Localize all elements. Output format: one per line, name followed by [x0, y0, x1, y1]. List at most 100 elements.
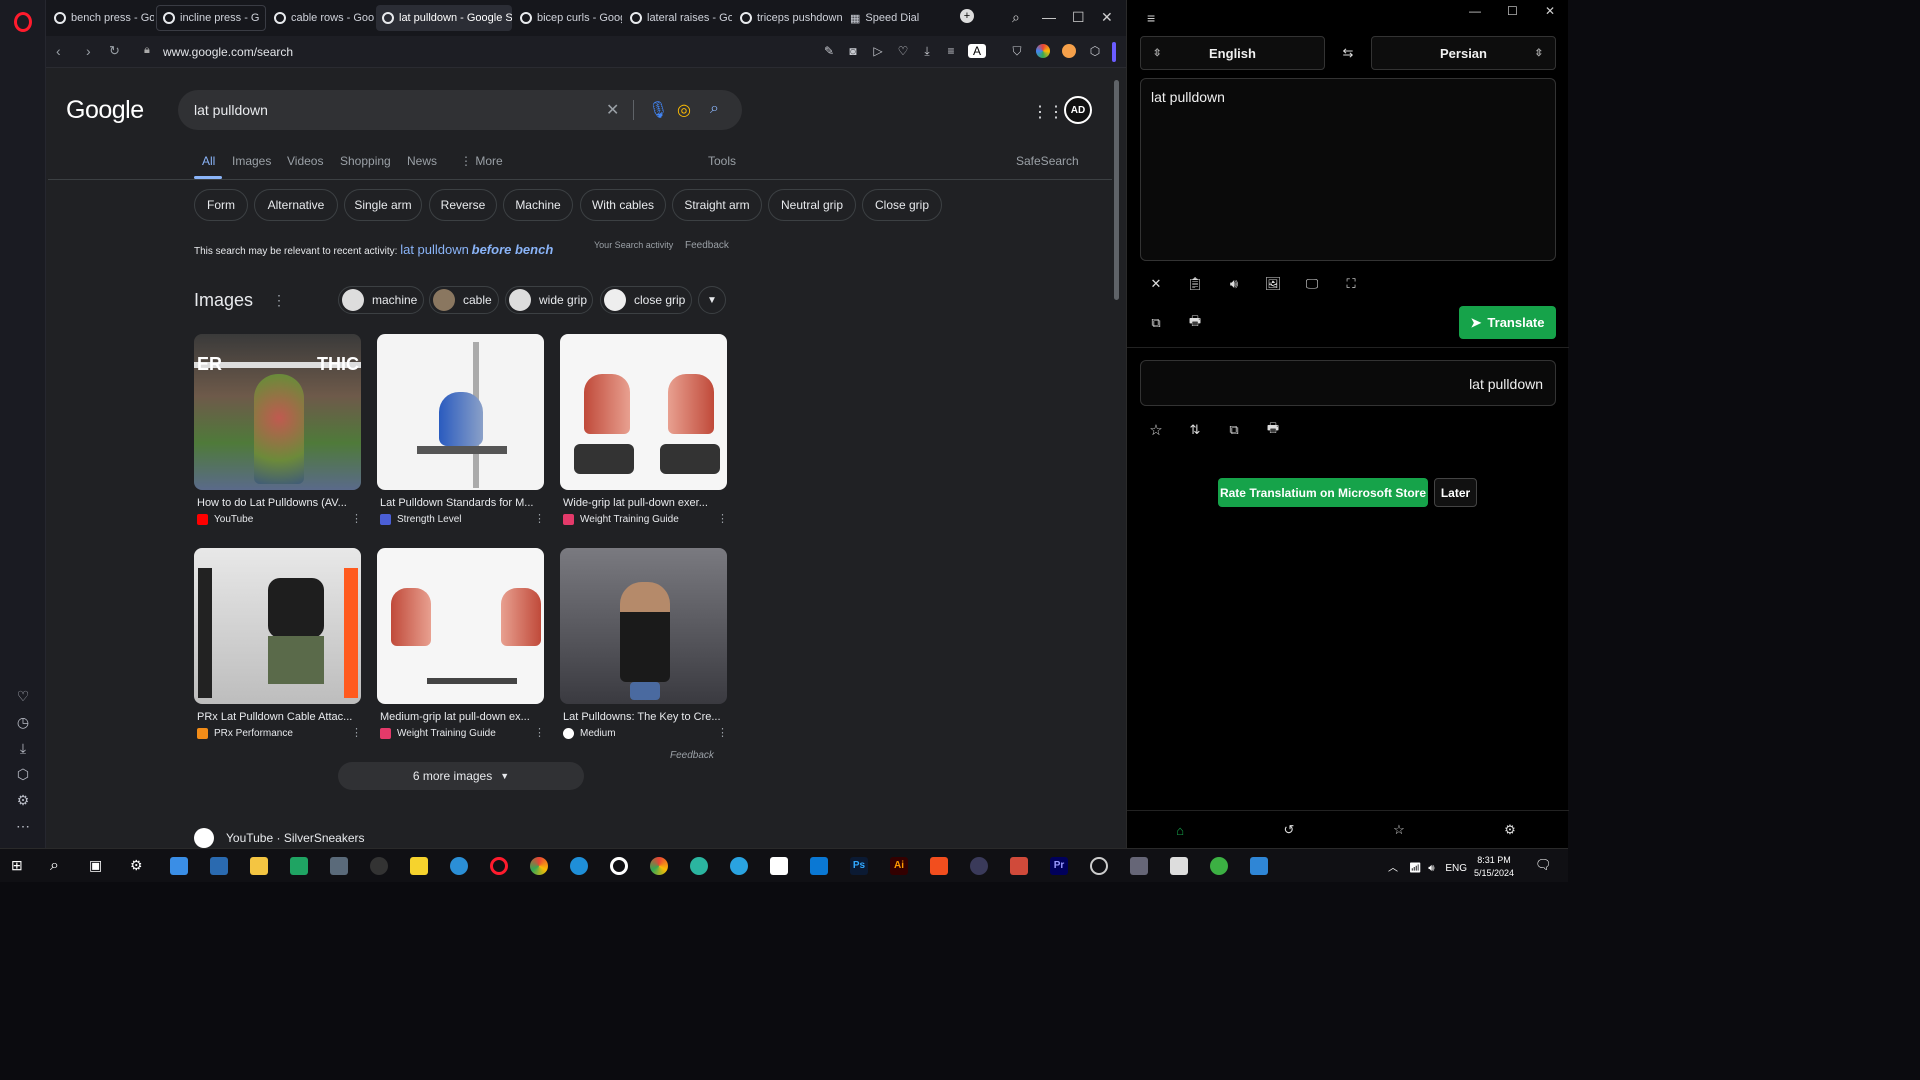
- xbox-icon[interactable]: [1210, 857, 1228, 875]
- close-window-icon[interactable]: ✕: [1101, 9, 1113, 26]
- history-icon[interactable]: ↺: [1280, 821, 1298, 839]
- image-chip-close-grip[interactable]: close grip: [600, 286, 692, 314]
- target-language-select[interactable]: Persian ⇳: [1371, 36, 1556, 70]
- maximize-icon[interactable]: ☐: [1072, 9, 1085, 26]
- app-icon[interactable]: [1090, 857, 1108, 875]
- scrollbar-thumb[interactable]: [1114, 80, 1119, 300]
- image-thumbnail[interactable]: ER THIC: [194, 334, 361, 490]
- image-result[interactable]: ER THIC How to do Lat Pulldowns (AV... Y…: [194, 334, 362, 525]
- file-explorer-icon[interactable]: [250, 857, 268, 875]
- app-icon[interactable]: [370, 857, 388, 875]
- home-icon[interactable]: ⌂: [1171, 821, 1189, 839]
- later-button[interactable]: Later: [1434, 478, 1477, 507]
- image-result[interactable]: Wide-grip lat pull-down exer... Weight T…: [560, 334, 728, 525]
- fullscreen-icon[interactable]: ⛶: [1342, 275, 1360, 293]
- edge-icon[interactable]: [570, 857, 588, 875]
- shield-icon[interactable]: ⛉: [1010, 44, 1024, 58]
- tab-bicep-curls[interactable]: bicep curls - Google: [514, 5, 622, 31]
- image-caption[interactable]: Lat Pulldowns: The Key to Cre...: [560, 711, 728, 723]
- chip-close-grip[interactable]: Close grip: [862, 189, 942, 221]
- box-icon[interactable]: ⬡: [13, 764, 33, 784]
- extension-orange-icon[interactable]: [1062, 44, 1076, 58]
- image-thumbnail[interactable]: [194, 548, 361, 704]
- image-chip-machine[interactable]: machine: [338, 286, 424, 314]
- opera-logo-icon[interactable]: [14, 12, 32, 32]
- reload-icon[interactable]: ↻: [109, 43, 120, 59]
- forward-icon[interactable]: ›: [86, 43, 91, 59]
- app-icon[interactable]: [770, 857, 788, 875]
- translate-button[interactable]: ➤ Translate: [1459, 306, 1556, 339]
- menu-icon[interactable]: ≡: [944, 44, 958, 58]
- wifi-icon[interactable]: 📶︎: [1409, 863, 1422, 874]
- image-result[interactable]: Lat Pulldowns: The Key to Cre... Medium …: [560, 548, 728, 739]
- app-icon[interactable]: [450, 857, 468, 875]
- image-chip-wide-grip[interactable]: wide grip: [505, 286, 593, 314]
- download-icon[interactable]: ⤓: [920, 44, 934, 58]
- tab-close-icon[interactable]: ✕: [263, 12, 265, 25]
- feedback-link[interactable]: Feedback: [685, 240, 729, 251]
- tab-cable-rows[interactable]: cable rows - Google: [268, 5, 374, 31]
- box-icon[interactable]: ⬡: [1088, 44, 1102, 58]
- vscode-icon[interactable]: [810, 857, 828, 875]
- notification-icon[interactable]: 🗨︎: [1535, 857, 1553, 875]
- image-result[interactable]: Lat Pulldown Standards for M... Strength…: [377, 334, 545, 525]
- more-options-icon[interactable]: ⋮: [351, 726, 362, 739]
- hamburger-menu-icon[interactable]: ≡: [1147, 10, 1155, 26]
- chip-alternative[interactable]: Alternative: [254, 189, 338, 221]
- image-caption[interactable]: PRx Lat Pulldown Cable Attac...: [194, 711, 362, 723]
- source-text-area[interactable]: lat pulldown: [1140, 78, 1556, 261]
- volume-icon[interactable]: 🔊︎: [1428, 863, 1434, 874]
- extension-ad-icon[interactable]: A: [968, 44, 986, 58]
- tab-triceps-pushdown[interactable]: triceps pushdown -: [734, 5, 842, 31]
- calculator-icon[interactable]: [330, 857, 348, 875]
- chip-machine[interactable]: Machine: [503, 189, 573, 221]
- premiere-icon[interactable]: Pr: [1050, 857, 1068, 875]
- history-icon[interactable]: ◷: [13, 712, 33, 732]
- app-icon[interactable]: [1130, 857, 1148, 875]
- image-result[interactable]: PRx Lat Pulldown Cable Attac... PRx Perf…: [194, 548, 362, 739]
- tab-lateral-raises[interactable]: lateral raises - Goog: [624, 5, 732, 31]
- chrome-icon[interactable]: [650, 857, 668, 875]
- security-icon[interactable]: [1170, 857, 1188, 875]
- tab-more[interactable]: ⋮ More: [460, 154, 503, 168]
- chip-single-arm[interactable]: Single arm: [344, 189, 422, 221]
- image-caption[interactable]: Medium-grip lat pull-down ex...: [377, 711, 545, 723]
- more-images-button[interactable]: 6 more images ▼: [338, 762, 584, 790]
- language-indicator[interactable]: ENG: [1445, 863, 1467, 874]
- opera-icon[interactable]: [490, 857, 508, 875]
- microphone-icon[interactable]: 🎙︎: [648, 100, 668, 120]
- translatium-icon[interactable]: [1250, 857, 1268, 875]
- print-icon[interactable]: 🖶︎: [1264, 420, 1282, 439]
- relevance-bold-link[interactable]: before bench: [472, 242, 554, 257]
- image-result[interactable]: Medium-grip lat pull-down ex... Weight T…: [377, 548, 545, 739]
- images-menu-icon[interactable]: ⋮: [272, 292, 286, 309]
- maximize-icon[interactable]: ☐: [1507, 4, 1518, 18]
- back-icon[interactable]: ‹: [56, 43, 61, 59]
- edit-icon[interactable]: ✎: [822, 44, 836, 58]
- result-source[interactable]: YouTube · SilverSneakers: [194, 828, 365, 848]
- swap-vertical-icon[interactable]: ⇅: [1186, 421, 1204, 439]
- print-icon[interactable]: 🖶︎: [1186, 313, 1204, 332]
- image-chip-cable[interactable]: cable: [429, 286, 499, 314]
- image-thumbnail[interactable]: [377, 548, 544, 704]
- image-source[interactable]: PRx Performance: [194, 728, 362, 739]
- tab-all[interactable]: All: [202, 154, 215, 168]
- edge-icon[interactable]: [690, 857, 708, 875]
- chrome-icon[interactable]: [530, 857, 548, 875]
- chevron-down-icon[interactable]: ▼: [698, 286, 726, 314]
- image-thumbnail[interactable]: [560, 548, 727, 704]
- tab-search-icon[interactable]: ⌕: [1012, 9, 1020, 26]
- chip-neutral-grip[interactable]: Neutral grip: [768, 189, 856, 221]
- google-logo[interactable]: Google: [66, 96, 144, 125]
- tab-lat-pulldown[interactable]: lat pulldown - Google Sea: [376, 5, 512, 31]
- copy-icon[interactable]: ⧉: [1225, 421, 1243, 439]
- chip-form[interactable]: Form: [194, 189, 248, 221]
- copy-icon[interactable]: ⧉: [1147, 314, 1165, 332]
- clock[interactable]: 8:31 PM 5/15/2024: [1474, 854, 1514, 880]
- app-icon[interactable]: [210, 857, 228, 875]
- relevance-query-link[interactable]: lat pulldown: [400, 242, 469, 257]
- sticky-notes-icon[interactable]: [410, 857, 428, 875]
- more-options-icon[interactable]: ⋮: [534, 512, 545, 525]
- minimize-icon[interactable]: —: [1469, 4, 1481, 18]
- minimize-icon[interactable]: —: [1042, 9, 1056, 25]
